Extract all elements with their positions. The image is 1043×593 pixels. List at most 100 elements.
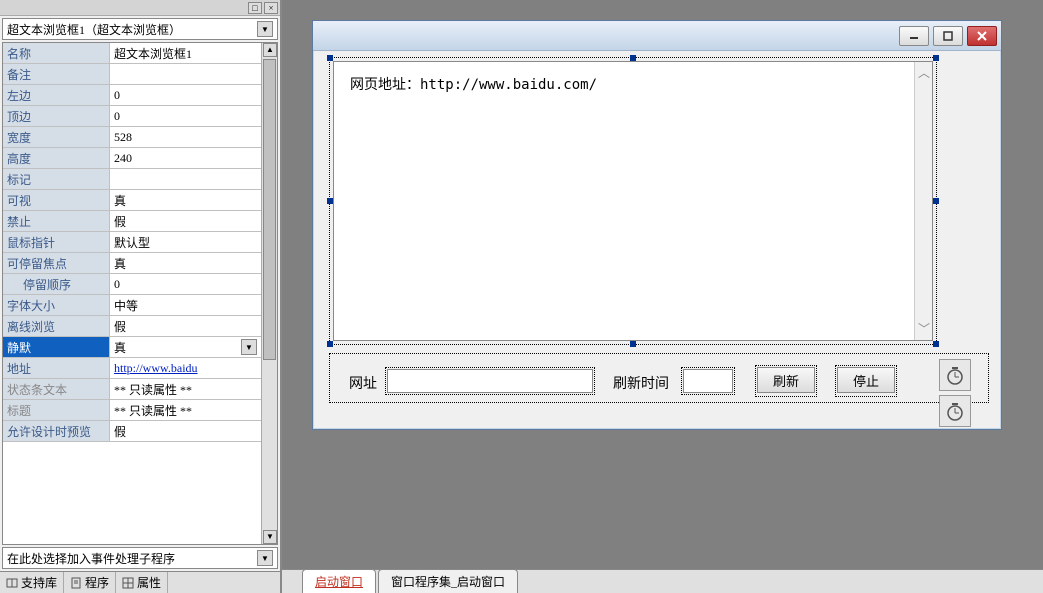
tab-support-library[interactable]: 支持库 <box>0 572 64 593</box>
property-row[interactable]: 鼠标指针默认型 <box>3 232 261 253</box>
property-value[interactable]: 0 <box>110 106 261 126</box>
property-row[interactable]: 静默真▼ <box>3 337 261 358</box>
property-label: 可停留焦点 <box>3 253 110 273</box>
url-label: 网址 <box>349 373 377 393</box>
property-label: 名称 <box>3 43 110 63</box>
resize-handle[interactable] <box>933 341 939 347</box>
event-handler-text: 在此处选择加入事件处理子程序 <box>7 550 257 567</box>
property-value[interactable]: ** 只读属性 ** <box>110 379 261 399</box>
minimize-button[interactable] <box>899 26 929 46</box>
property-panel: □ × 超文本浏览框1（超文本浏览框） ▼ 名称超文本浏览框1备注左边0顶边0宽… <box>0 0 282 593</box>
property-label: 地址 <box>3 358 110 378</box>
maximize-button[interactable] <box>933 26 963 46</box>
refresh-time-input[interactable] <box>683 369 733 393</box>
property-row[interactable]: 离线浏览假 <box>3 316 261 337</box>
panel-toolbar: □ × <box>0 0 280 16</box>
scrollbar-vertical[interactable]: ▲ ▼ <box>261 43 277 544</box>
chevron-down-icon[interactable]: ▼ <box>257 550 273 566</box>
property-value[interactable]: 0 <box>110 85 261 105</box>
property-value[interactable]: 真 <box>110 190 261 210</box>
resize-handle[interactable] <box>327 341 333 347</box>
book-icon <box>6 577 18 589</box>
resize-handle[interactable] <box>933 198 939 204</box>
event-handler-combo[interactable]: 在此处选择加入事件处理子程序 ▼ <box>2 547 278 569</box>
refresh-button[interactable]: 刷新 <box>757 367 815 393</box>
scroll-thumb[interactable] <box>263 59 276 360</box>
scroll-up-icon[interactable]: ︿ <box>917 66 931 80</box>
chevron-down-icon[interactable]: ▼ <box>241 339 257 355</box>
close-icon <box>977 31 987 41</box>
property-row[interactable]: 可视真 <box>3 190 261 211</box>
form-window: 网页地址：http://www.baidu.com/ ︿ ﹀ 网址 刷新时间 <box>312 20 1002 430</box>
property-value[interactable]: 中等 <box>110 295 261 315</box>
panel-dock-icon[interactable]: □ <box>248 2 262 14</box>
scroll-up-icon[interactable]: ▲ <box>263 43 277 57</box>
property-label: 离线浏览 <box>3 316 110 336</box>
property-row[interactable]: 地址http://www.baidu <box>3 358 261 379</box>
property-value[interactable]: http://www.baidu <box>110 358 261 378</box>
object-selector-text: 超文本浏览框1（超文本浏览框） <box>7 21 257 38</box>
property-value[interactable]: 假 <box>110 316 261 336</box>
panel-close-icon[interactable]: × <box>264 2 278 14</box>
maximize-icon <box>943 31 953 41</box>
property-label: 状态条文本 <box>3 379 110 399</box>
object-selector-combo[interactable]: 超文本浏览框1（超文本浏览框） ▼ <box>2 18 278 40</box>
timer-control-2[interactable] <box>939 395 971 427</box>
property-row[interactable]: 顶边0 <box>3 106 261 127</box>
property-label: 左边 <box>3 85 110 105</box>
property-value[interactable]: 假 <box>110 421 261 441</box>
window-titlebar[interactable] <box>313 21 1001 51</box>
property-label: 可视 <box>3 190 110 210</box>
browser-scrollbar[interactable]: ︿ ﹀ <box>914 62 932 340</box>
refresh-time-label: 刷新时间 <box>613 373 669 393</box>
property-label: 宽度 <box>3 127 110 147</box>
clock-icon <box>945 401 965 421</box>
stop-button[interactable]: 停止 <box>837 367 895 393</box>
property-value[interactable]: 真 <box>110 253 261 273</box>
resize-handle[interactable] <box>630 341 636 347</box>
property-row[interactable]: 标题** 只读属性 ** <box>3 400 261 421</box>
scroll-down-icon[interactable]: ▼ <box>263 530 277 544</box>
property-row[interactable]: 允许设计时预览假 <box>3 421 261 442</box>
property-row[interactable]: 名称超文本浏览框1 <box>3 43 261 64</box>
property-row[interactable]: 宽度528 <box>3 127 261 148</box>
design-canvas[interactable]: 网页地址：http://www.baidu.com/ ︿ ﹀ 网址 刷新时间 <box>282 0 1043 569</box>
controls-row: 网址 刷新时间 刷新 停止 <box>333 361 981 411</box>
property-value[interactable]: 240 <box>110 148 261 168</box>
property-value[interactable]: 真▼ <box>110 337 261 357</box>
property-row[interactable]: 字体大小中等 <box>3 295 261 316</box>
property-row[interactable]: 停留顺序0 <box>3 274 261 295</box>
property-row[interactable]: 高度240 <box>3 148 261 169</box>
property-row[interactable]: 标记 <box>3 169 261 190</box>
property-label: 标题 <box>3 400 110 420</box>
document-icon <box>70 577 82 589</box>
close-button[interactable] <box>967 26 997 46</box>
tab-property[interactable]: 属性 <box>116 572 168 593</box>
tab-window-program-set[interactable]: 窗口程序集_启动窗口 <box>378 569 518 593</box>
property-label: 标记 <box>3 169 110 189</box>
property-label: 字体大小 <box>3 295 110 315</box>
property-label: 高度 <box>3 148 110 168</box>
property-value[interactable]: 默认型 <box>110 232 261 252</box>
property-value[interactable]: 超文本浏览框1 <box>110 43 261 63</box>
property-value[interactable]: ** 只读属性 ** <box>110 400 261 420</box>
tab-program[interactable]: 程序 <box>64 572 116 593</box>
property-row[interactable]: 可停留焦点真 <box>3 253 261 274</box>
timer-control-1[interactable] <box>939 359 971 391</box>
tab-startup-window[interactable]: 启动窗口 <box>302 569 376 593</box>
property-row[interactable]: 禁止假 <box>3 211 261 232</box>
property-label: 鼠标指针 <box>3 232 110 252</box>
property-row[interactable]: 左边0 <box>3 85 261 106</box>
property-row[interactable]: 备注 <box>3 64 261 85</box>
property-value[interactable] <box>110 64 261 84</box>
property-value[interactable]: 0 <box>110 274 261 294</box>
resize-handle[interactable] <box>933 55 939 61</box>
chevron-down-icon[interactable]: ▼ <box>257 21 273 37</box>
property-value[interactable]: 假 <box>110 211 261 231</box>
hypertext-browser-control[interactable]: 网页地址：http://www.baidu.com/ ︿ ﹀ <box>333 61 933 341</box>
scroll-down-icon[interactable]: ﹀ <box>917 322 931 336</box>
property-value[interactable] <box>110 169 261 189</box>
property-row[interactable]: 状态条文本** 只读属性 ** <box>3 379 261 400</box>
url-input[interactable] <box>387 369 593 393</box>
property-value[interactable]: 528 <box>110 127 261 147</box>
